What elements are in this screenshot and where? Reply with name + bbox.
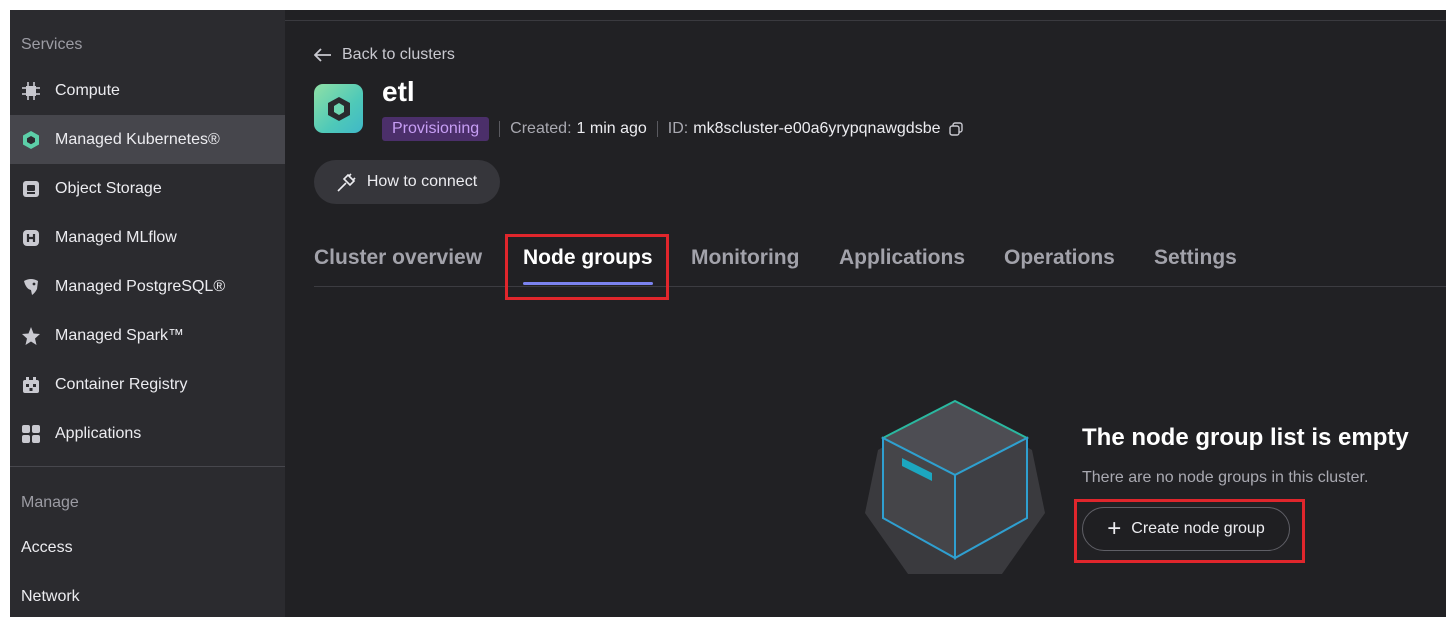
meta-separator: [656, 121, 658, 137]
sidebar-item-managed-mlflow[interactable]: Managed MLflow: [10, 213, 285, 262]
active-tab-indicator: [523, 282, 653, 285]
cluster-hexagon-icon: [327, 96, 350, 121]
sidebar: Services Compute Managed Kubernetes® Obj…: [10, 10, 285, 617]
tab-applications[interactable]: Applications: [839, 246, 965, 270]
meta-separator: [499, 121, 501, 137]
tab-node-groups[interactable]: Node groups: [523, 246, 653, 270]
cluster-logo: [314, 84, 363, 133]
sidebar-item-object-storage[interactable]: Object Storage: [10, 164, 285, 213]
how-to-connect-label: How to connect: [366, 173, 478, 190]
sidebar-item-applications[interactable]: Applications: [10, 409, 285, 458]
create-node-group-button[interactable]: + Create node group: [1082, 507, 1290, 551]
applications-icon: [20, 423, 42, 445]
tab-monitoring[interactable]: Monitoring: [691, 246, 799, 270]
postgresql-icon: [20, 276, 42, 298]
empty-state-title: The node group list is empty: [1082, 424, 1409, 451]
sidebar-item-access[interactable]: Access: [21, 539, 73, 557]
sidebar-section-services: Services: [21, 36, 83, 53]
sidebar-item-compute[interactable]: Compute: [10, 66, 285, 115]
sidebar-divider: [10, 466, 285, 467]
tab-cluster-overview[interactable]: Cluster overview: [314, 246, 482, 270]
cluster-name: etl: [382, 76, 415, 107]
back-label: Back to clusters: [342, 46, 455, 63]
sidebar-item-label: Object Storage: [55, 179, 162, 197]
header-divider: [285, 20, 1446, 21]
cluster-id-value: mk8scluster-e00a6yrypqnawgdsbe: [693, 120, 941, 137]
arrow-left-icon: [314, 48, 331, 62]
sidebar-item-label: Container Registry: [55, 375, 188, 393]
sidebar-item-label: Managed PostgreSQL®: [55, 277, 226, 295]
empty-cube-illustration: [865, 399, 1045, 574]
tab-settings[interactable]: Settings: [1154, 246, 1237, 270]
sidebar-item-managed-spark[interactable]: Managed Spark™: [10, 311, 285, 360]
sidebar-section-manage: Manage: [21, 494, 79, 511]
app-frame: Services Compute Managed Kubernetes® Obj…: [10, 10, 1446, 617]
compute-icon: [20, 80, 42, 102]
object-storage-icon: [20, 178, 42, 200]
sidebar-item-label: Applications: [55, 424, 142, 442]
empty-state-subtitle: There are no node groups in this cluster…: [1082, 469, 1369, 486]
mlflow-icon: [20, 227, 42, 249]
spark-icon: [20, 325, 42, 347]
created-value: 1 min ago: [576, 120, 647, 137]
tabs-divider: [314, 286, 1446, 287]
sidebar-item-label: Managed MLflow: [55, 228, 177, 246]
tab-operations[interactable]: Operations: [1004, 246, 1115, 270]
sidebar-item-managed-kubernetes[interactable]: Managed Kubernetes®: [10, 115, 285, 164]
sidebar-item-label: Managed Kubernetes®: [55, 130, 220, 148]
plus-icon: +: [1107, 515, 1122, 542]
tab-bar: Cluster overview Node groups Monitoring …: [314, 246, 1446, 286]
status-badge: Provisioning: [382, 117, 490, 141]
create-node-group-label: Create node group: [1131, 520, 1265, 537]
container-registry-icon: [20, 374, 42, 396]
sidebar-item-container-registry[interactable]: Container Registry: [10, 360, 285, 409]
back-to-clusters-link[interactable]: Back to clusters: [314, 46, 455, 64]
sidebar-item-network[interactable]: Network: [21, 588, 80, 606]
id-label: ID:: [667, 120, 689, 137]
sidebar-item-managed-postgresql[interactable]: Managed PostgreSQL®: [10, 262, 285, 311]
sidebar-item-label: Compute: [55, 81, 120, 99]
created-label: Created:: [510, 120, 572, 137]
cluster-meta: Provisioning Created: 1 min ago ID: mk8s…: [382, 117, 963, 141]
copy-icon[interactable]: [948, 122, 963, 136]
sidebar-item-label: Managed Spark™: [55, 326, 184, 344]
plug-icon: [337, 173, 356, 192]
kubernetes-icon: [20, 129, 42, 151]
how-to-connect-button[interactable]: How to connect: [314, 160, 500, 204]
